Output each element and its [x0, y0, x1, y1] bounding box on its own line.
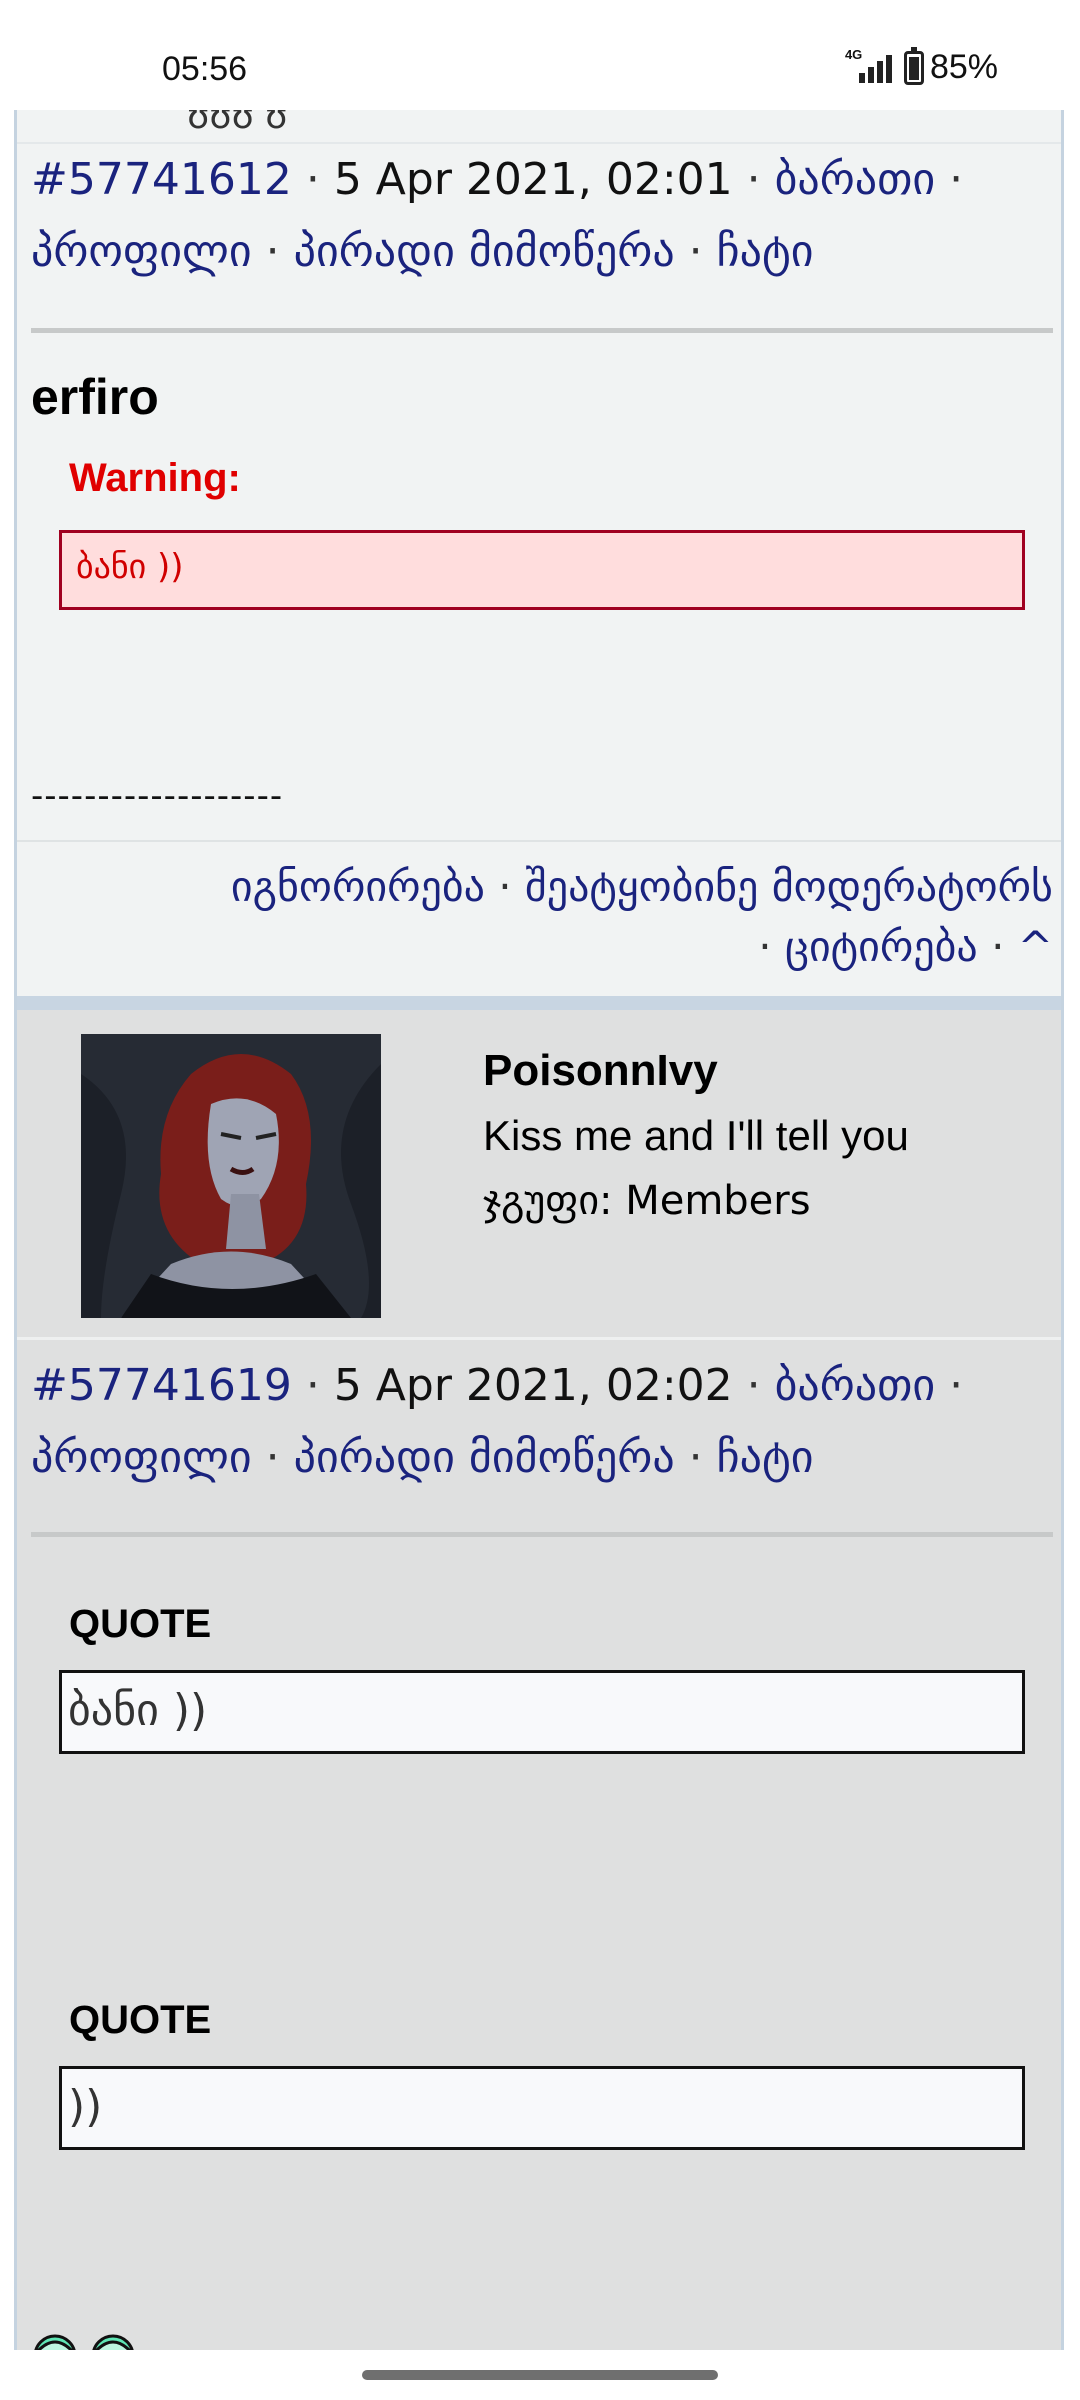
private-message-link[interactable]: პირადი მიმოწერა	[294, 1432, 675, 1483]
post-date: 5 Apr 2021, 02:02	[333, 1360, 733, 1411]
avatar[interactable]	[81, 1034, 381, 1318]
header-divider	[31, 1532, 1053, 1537]
ignore-link[interactable]: იგნორირება	[231, 862, 485, 911]
post-number-link[interactable]: #57741612	[31, 154, 292, 205]
user-profile-row: PoisonnIvy Kiss me and I'll tell you ჯგუ…	[17, 1010, 1061, 1340]
header-divider	[31, 328, 1053, 333]
report-moderator-link[interactable]: შეატყობინე მოდერატორს	[525, 862, 1053, 911]
network-type: 4G	[844, 46, 863, 62]
status-icons: 4G 85%	[845, 46, 998, 87]
smiley-icon	[34, 2334, 76, 2350]
user-title: Kiss me and I'll tell you	[483, 1112, 909, 1159]
quote-box: ბანი ))	[59, 1670, 1025, 1754]
battery-level: 85%	[929, 48, 998, 86]
profile-link[interactable]: პროფილი	[31, 1432, 252, 1483]
post-date: 5 Apr 2021, 02:01	[333, 154, 733, 205]
quote-text: ბანი ))	[68, 1685, 208, 1736]
post-number-link[interactable]: #57741619	[31, 1360, 292, 1411]
quote-label: QUOTE	[69, 1602, 212, 1646]
battery-icon	[903, 46, 924, 85]
post-author: erfiro	[31, 369, 159, 425]
quote-text: ))	[68, 2081, 103, 2132]
navigation-bar	[0, 2350, 1080, 2400]
user-group: ჯგუფი: Members	[483, 1178, 811, 1224]
post-header: #57741612 · 5 Apr 2021, 02:01 · ბარათი ·…	[31, 154, 964, 277]
private-message-link[interactable]: პირადი მიმოწერა	[294, 226, 675, 277]
profile-link[interactable]: პროფილი	[31, 226, 252, 277]
quote-label: QUOTE	[69, 1998, 212, 2042]
forum-thread: ʊʊʊ ʊ #57741612 · 5 Apr 2021, 02:01 · ბა…	[14, 110, 1064, 2350]
card-link[interactable]: ბარათი	[775, 1360, 936, 1411]
chat-link[interactable]: ჩატი	[717, 1432, 814, 1483]
previous-content-cutoff: ʊʊʊ ʊ	[17, 110, 1061, 144]
avatar-image	[81, 1034, 381, 1318]
card-link[interactable]: ბარათი	[775, 154, 936, 205]
signature-separator: -------------------	[31, 776, 284, 816]
home-indicator[interactable]	[362, 2370, 718, 2380]
post-actions: იგნორირება · შეატყობინე მოდერატორს · ციტ…	[17, 840, 1061, 1000]
smiley-icon	[92, 2334, 134, 2350]
warning-label: Warning:	[69, 456, 241, 500]
post-header: #57741619 · 5 Apr 2021, 02:02 · ბარათი ·…	[31, 1360, 964, 1483]
quote-link[interactable]: ციტირება	[785, 922, 978, 971]
post-divider	[17, 996, 1061, 1010]
post: PoisonnIvy Kiss me and I'll tell you ჯგუ…	[17, 1010, 1061, 2350]
username[interactable]: PoisonnIvy	[483, 1046, 718, 1096]
smiley-row	[31, 2330, 137, 2350]
status-time: 05:56	[162, 50, 248, 88]
status-bar: 05:56 4G 85%	[0, 0, 1080, 110]
warning-text: ბანი ))	[76, 547, 184, 587]
warning-box: ბანი ))	[59, 530, 1025, 610]
signal-icon: 4G	[845, 47, 892, 83]
scroll-top-link[interactable]: ^	[1018, 922, 1053, 971]
chat-link[interactable]: ჩატი	[717, 226, 814, 277]
quote-box: ))	[59, 2066, 1025, 2150]
